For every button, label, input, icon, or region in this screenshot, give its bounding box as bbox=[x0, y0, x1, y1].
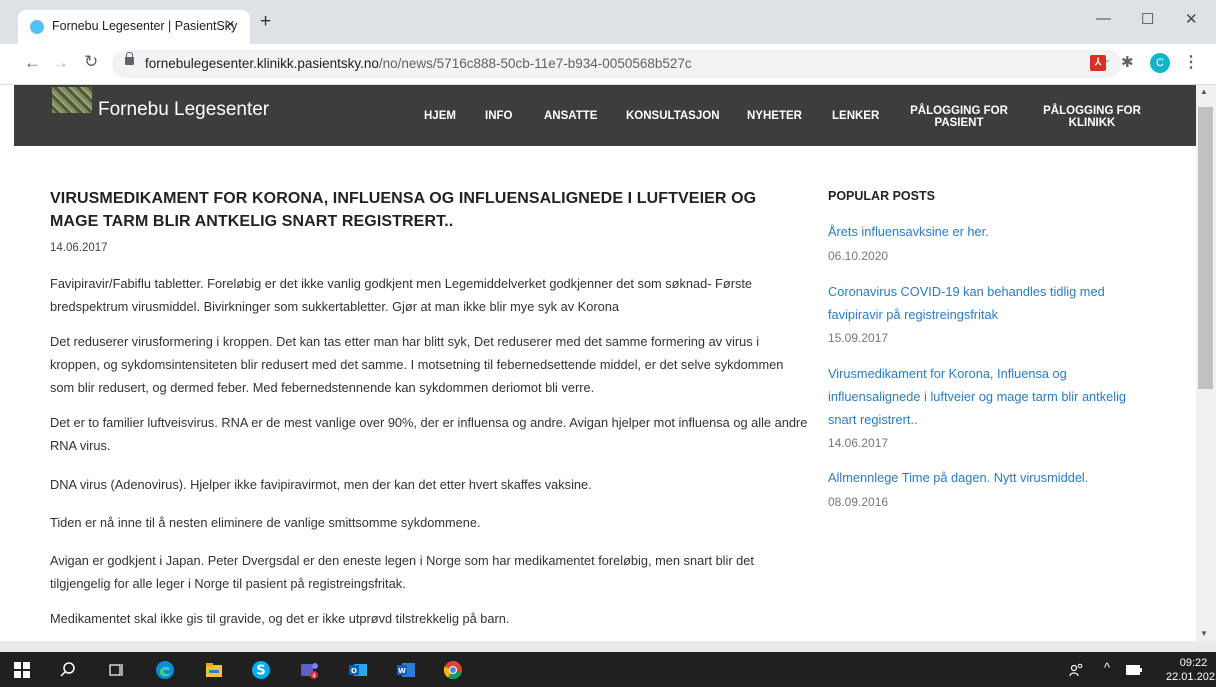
url-text[interactable]: fornebulegesenter.klinikk.pasientsky.no/… bbox=[145, 56, 692, 71]
scroll-down-icon[interactable]: ▼ bbox=[1200, 629, 1208, 638]
clock-time: 09:22 bbox=[1179, 657, 1208, 669]
nav-hjem[interactable]: HJEM bbox=[424, 110, 456, 122]
lock-icon[interactable] bbox=[125, 52, 134, 65]
site-header: Fornebu Legesenter HJEM INFO ANSATTE KON… bbox=[14, 85, 1196, 146]
svg-text:S: S bbox=[256, 664, 265, 679]
battery-icon[interactable] bbox=[1126, 665, 1142, 675]
maximize-button[interactable]: ☐ bbox=[1141, 10, 1154, 28]
outlook-icon[interactable]: O bbox=[348, 660, 368, 680]
teams-icon[interactable]: 4 bbox=[299, 660, 319, 680]
search-icon[interactable] bbox=[58, 660, 78, 680]
article-paragraph: Favipiravir/Fabiflu tabletter. Foreløbig… bbox=[50, 276, 753, 314]
tab-close-icon[interactable]: × bbox=[226, 16, 235, 33]
profile-avatar[interactable]: C bbox=[1150, 53, 1170, 73]
address-bar[interactable]: fornebulegesenter.klinikk.pasientsky.no/… bbox=[112, 50, 1122, 78]
pasientsky-favicon-icon bbox=[30, 20, 44, 34]
popular-posts-heading: POPULAR POSTS bbox=[828, 189, 935, 203]
article-paragraph: Avigan er godkjent i Japan. Peter Dvergs… bbox=[50, 553, 754, 591]
clock-date: 22.01.2021 bbox=[1166, 671, 1216, 683]
close-window-button[interactable]: ✕ bbox=[1185, 10, 1198, 28]
popular-post-date: 08.09.2016 bbox=[828, 495, 889, 509]
article-paragraph: Det er to familier luftveisvirus. RNA er… bbox=[50, 415, 808, 453]
forward-arrow-icon[interactable]: → bbox=[52, 53, 69, 73]
nav-ansatte[interactable]: ANSATTE bbox=[544, 110, 597, 122]
popular-post-link[interactable]: Årets influensavksine er her. bbox=[828, 220, 1153, 243]
popular-post-date: 14.06.2017 bbox=[828, 436, 889, 450]
browser-toolbar: ← → ↻ fornebulegesenter.klinikk.pasients… bbox=[0, 44, 1216, 85]
popular-post-date: 15.09.2017 bbox=[828, 331, 889, 345]
popular-post-link[interactable]: Virusmedikament for Korona, Influensa og… bbox=[828, 362, 1153, 431]
article-title: VIRUSMEDIKAMENT FOR KORONA, INFLUENSA OG… bbox=[50, 190, 757, 230]
url-host: fornebulegesenter.klinikk.pasientsky.no bbox=[145, 56, 379, 71]
reload-icon[interactable]: ↻ bbox=[84, 52, 98, 72]
url-path: /no/news/5716c888-50cb-11e7-b934-0050568… bbox=[378, 56, 692, 71]
pdf-extension-icon[interactable]: ⅄ bbox=[1090, 55, 1106, 71]
nav-info[interactable]: INFO bbox=[485, 110, 512, 122]
nav-nyheter[interactable]: NYHETER bbox=[747, 110, 802, 122]
svg-text:O: O bbox=[351, 667, 357, 675]
task-view-icon[interactable] bbox=[106, 660, 126, 680]
site-logo[interactable] bbox=[52, 87, 92, 113]
nav-palogging-pasient[interactable]: PÅLOGGING FOR PASIENT bbox=[904, 105, 1014, 129]
chevron-up-icon[interactable]: ^ bbox=[1104, 660, 1110, 675]
article-paragraph: DNA virus (Adenovirus). Hjelper ikke fav… bbox=[50, 477, 592, 492]
minimize-button[interactable]: — bbox=[1096, 10, 1111, 27]
svg-text:4: 4 bbox=[312, 673, 316, 680]
page-scrollbar[interactable]: ▲ ▼ bbox=[1196, 85, 1216, 641]
page-viewport: Fornebu Legesenter HJEM INFO ANSATTE KON… bbox=[14, 85, 1196, 641]
taskbar-clock[interactable]: 09:22 22.01.2021 bbox=[1166, 656, 1216, 684]
tab-title: Fornebu Legesenter | PasientSky bbox=[52, 19, 238, 33]
site-name[interactable]: Fornebu Legesenter bbox=[98, 99, 269, 121]
article-paragraph: Det reduserer virusformering i kroppen. … bbox=[50, 334, 784, 395]
new-tab-button[interactable]: + bbox=[260, 12, 271, 31]
scroll-up-icon[interactable]: ▲ bbox=[1200, 87, 1208, 96]
people-icon[interactable] bbox=[1068, 662, 1084, 678]
browser-tab[interactable]: Fornebu Legesenter | PasientSky × bbox=[18, 10, 250, 44]
menu-kebab-icon[interactable]: ⋮ bbox=[1183, 52, 1199, 72]
file-explorer-icon[interactable] bbox=[204, 660, 224, 680]
nav-konsultasjon[interactable]: KONSULTASJON bbox=[626, 110, 720, 122]
windows-start-icon[interactable] bbox=[14, 662, 30, 678]
tab-strip: Fornebu Legesenter | PasientSky × + — ☐ … bbox=[0, 0, 1216, 44]
scroll-thumb[interactable] bbox=[1198, 107, 1213, 389]
word-icon[interactable]: W bbox=[396, 660, 416, 680]
edge-icon[interactable] bbox=[155, 660, 175, 680]
nav-palogging-klinikk[interactable]: PÅLOGGING FOR KLINIKK bbox=[1034, 105, 1150, 129]
nav-lenker[interactable]: LENKER bbox=[832, 110, 879, 122]
article-paragraph: Medikamentet skal ikke gis til gravide, … bbox=[50, 611, 510, 626]
article-date: 14.06.2017 bbox=[50, 242, 108, 254]
popular-post-link[interactable]: Allmennlege Time på dagen. Nytt virusmid… bbox=[828, 466, 1153, 489]
background-window-strip bbox=[0, 641, 1216, 652]
article-paragraph: Tiden er nå inne til å nesten eliminere … bbox=[50, 515, 481, 530]
chrome-icon[interactable] bbox=[443, 660, 463, 680]
back-arrow-icon[interactable]: ← bbox=[24, 53, 41, 73]
popular-post-link[interactable]: Coronavirus COVID-19 kan behandles tidli… bbox=[828, 280, 1153, 326]
skype-icon[interactable]: S bbox=[251, 660, 271, 680]
windows-taskbar: S 4 O W ^ 09:22 22.01.2021 bbox=[0, 652, 1216, 687]
svg-text:W: W bbox=[398, 667, 406, 675]
extensions-puzzle-icon[interactable]: ✱ bbox=[1121, 53, 1134, 71]
popular-post-date: 06.10.2020 bbox=[828, 249, 889, 263]
